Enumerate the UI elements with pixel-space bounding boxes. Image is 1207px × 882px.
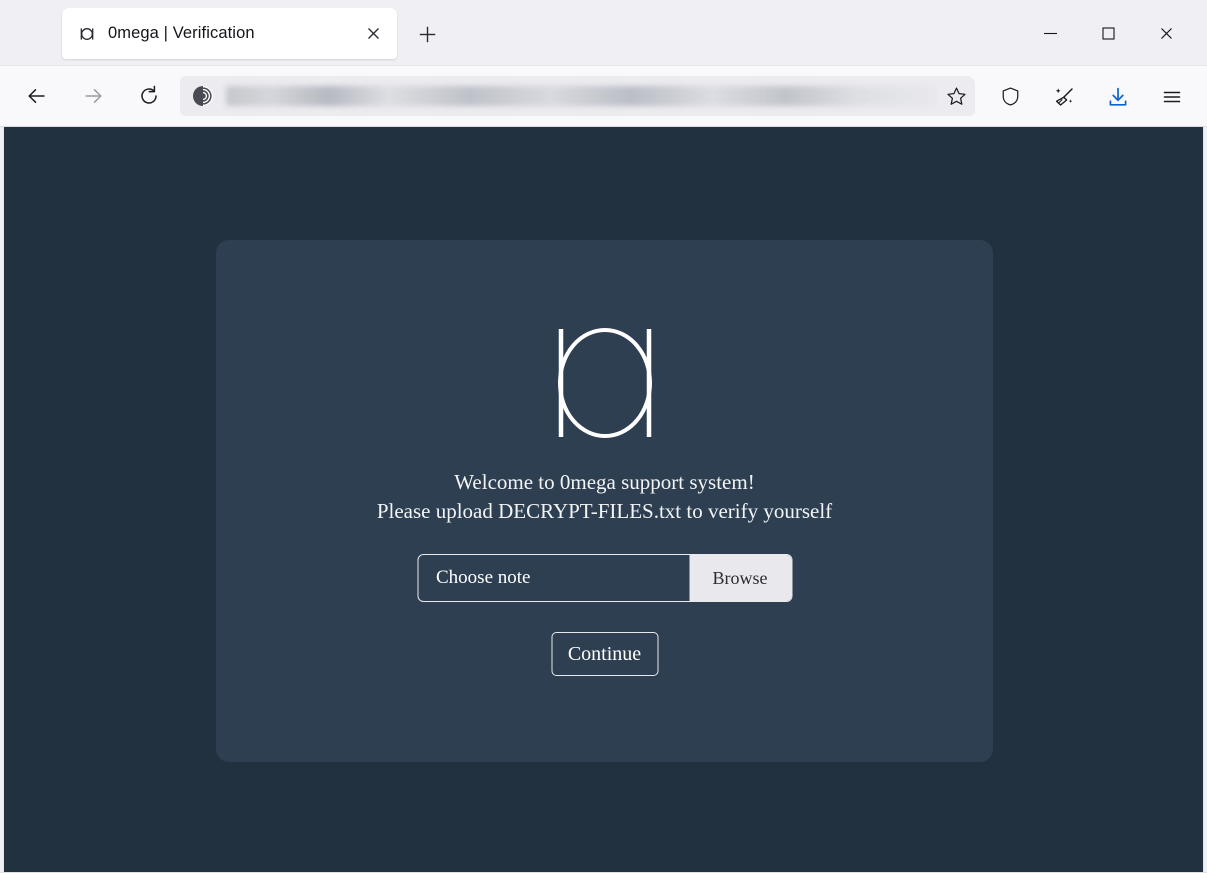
browse-button[interactable]: Browse [689, 555, 791, 601]
reload-icon [141, 85, 157, 104]
file-name-value: Choose note [436, 567, 531, 588]
toolbar-icons [937, 66, 1207, 127]
tab-strip: 0mega | Verification [0, 0, 1207, 66]
shield-icon[interactable] [991, 78, 1029, 116]
new-identity-broom-icon[interactable] [1045, 78, 1083, 116]
minimize-icon [1043, 32, 1057, 34]
window-controls [1027, 0, 1207, 66]
headline-line-2: Please upload DECRYPT-FILES.txt to verif… [376, 499, 833, 523]
app-menu-icon[interactable] [1153, 78, 1191, 116]
verification-card: Welcome to 0mega support system! Please … [216, 240, 993, 762]
close-icon [1160, 27, 1172, 39]
bookmark-star-icon[interactable] [937, 77, 975, 116]
reload-button[interactable] [130, 77, 168, 115]
back-arrow-icon [28, 89, 45, 103]
file-upload-control[interactable]: Choose note Browse [417, 554, 792, 602]
continue-button[interactable]: Continue [551, 632, 658, 676]
url-text-blurred[interactable] [226, 86, 963, 106]
onion-icon [192, 85, 214, 107]
close-window-button[interactable] [1143, 13, 1189, 53]
new-tab-button[interactable] [410, 18, 444, 50]
tab-title: 0mega | Verification [108, 24, 255, 42]
browser-tab[interactable]: 0mega | Verification [62, 8, 397, 59]
omega-logo-icon [78, 25, 96, 43]
back-button[interactable] [18, 77, 56, 115]
headline-line-1: Welcome to 0mega support system! [454, 470, 755, 494]
forward-arrow-icon [85, 89, 102, 103]
page-viewport: Welcome to 0mega support system! Please … [3, 127, 1204, 872]
plus-icon [419, 26, 435, 42]
browser-window: 0mega | Verification Welcome to 0mega su… [0, 0, 1207, 882]
maximize-button[interactable] [1085, 13, 1131, 53]
forward-button[interactable] [74, 77, 112, 115]
maximize-icon [1101, 26, 1115, 40]
downloads-icon[interactable] [1099, 78, 1137, 116]
window-bottom-edge [0, 872, 1207, 882]
minimize-button[interactable] [1027, 13, 1073, 53]
url-bar[interactable] [180, 76, 973, 116]
page-title: Welcome to 0mega support system! Please … [216, 468, 993, 526]
omega-logo [547, 327, 663, 439]
tab-close-icon[interactable] [359, 20, 387, 48]
